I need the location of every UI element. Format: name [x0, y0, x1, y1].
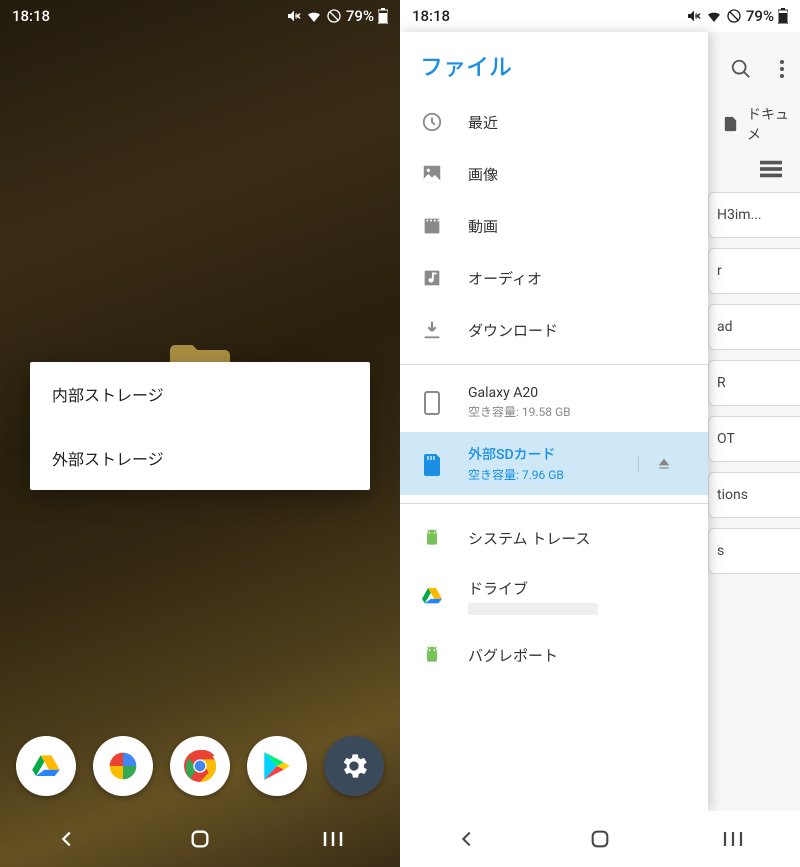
dock-play-icon[interactable] — [247, 736, 307, 796]
nav-back[interactable] — [42, 819, 92, 859]
drawer-label: 画像 — [468, 164, 498, 185]
nav-home[interactable] — [575, 819, 625, 859]
audio-icon — [420, 266, 444, 290]
nav-bar — [400, 811, 800, 867]
status-time: 18:18 — [12, 7, 286, 25]
drawer-label: 最近 — [468, 112, 498, 133]
google-drive-icon — [420, 585, 444, 609]
more-icon[interactable] — [780, 60, 784, 78]
drawer-item-recent[interactable]: 最近 — [400, 96, 708, 148]
drawer-storage-internal[interactable]: Galaxy A20 空き容量: 19.58 GB — [400, 373, 708, 432]
nav-drawer: ファイル 最近 画像 動画 オーディオ ダウンロード Galaxy A20 空き… — [400, 32, 708, 811]
battery-icon — [778, 8, 788, 24]
status-bar: 18:18 79% — [400, 0, 800, 32]
no-sim-icon — [326, 8, 342, 24]
status-bar: 18:18 79% — [0, 0, 400, 32]
filter-chip-documents[interactable]: ドキュメ — [708, 96, 800, 152]
drawer-item-drive[interactable]: ドライブ — [400, 564, 708, 629]
drawer-storage-sd[interactable]: 外部SDカード 空き容量: 7.96 GB — [400, 432, 708, 495]
divider — [400, 364, 708, 365]
file-item[interactable]: R — [708, 360, 800, 406]
dock — [0, 721, 400, 811]
android-icon — [420, 526, 444, 550]
nav-back[interactable] — [442, 819, 492, 859]
drawer-label: オーディオ — [468, 268, 542, 289]
storage-title: 外部SDカード — [468, 444, 614, 464]
drawer-item-trace[interactable]: システム トレース — [400, 512, 708, 564]
files-content: ドキュメ H3im... r ad R OT tions s — [708, 32, 800, 811]
drawer-item-bugreport[interactable]: バグレポート — [400, 629, 708, 681]
drawer-label: ドライブ — [468, 578, 598, 599]
document-icon — [722, 115, 739, 133]
file-item[interactable]: ad — [708, 304, 800, 350]
no-sim-icon — [726, 8, 742, 24]
list-view-icon[interactable] — [760, 160, 782, 178]
chip-label: ドキュメ — [747, 104, 800, 144]
eject-icon — [656, 456, 672, 472]
download-icon — [420, 318, 444, 342]
file-item[interactable]: H3im... — [708, 192, 800, 238]
dock-settings-icon[interactable] — [324, 736, 384, 796]
drawer-item-downloads[interactable]: ダウンロード — [400, 304, 708, 356]
clock-icon — [420, 110, 444, 134]
file-item[interactable]: tions — [708, 472, 800, 518]
wifi-icon — [306, 8, 322, 24]
sd-card-icon — [420, 452, 444, 476]
status-time: 18:18 — [412, 7, 686, 25]
phone-icon — [420, 391, 444, 415]
drawer-item-videos[interactable]: 動画 — [400, 200, 708, 252]
battery-icon — [378, 8, 388, 24]
drawer-label: システム トレース — [468, 528, 591, 549]
drive-account-redacted — [468, 603, 598, 615]
drawer-title: ファイル — [400, 32, 708, 96]
divider — [400, 503, 708, 504]
storage-title: Galaxy A20 — [468, 385, 688, 401]
storage-subtitle: 空き容量: 7.96 GB — [468, 466, 614, 483]
popup-external-storage[interactable]: 外部ストレージ — [30, 426, 370, 490]
drawer-item-images[interactable]: 画像 — [400, 148, 708, 200]
status-icons: 79% — [686, 7, 788, 25]
file-item[interactable]: OT — [708, 416, 800, 462]
video-icon — [420, 214, 444, 238]
image-icon — [420, 162, 444, 186]
android-icon — [420, 643, 444, 667]
drawer-label: ダウンロード — [468, 320, 558, 341]
drawer-item-audio[interactable]: オーディオ — [400, 252, 708, 304]
storage-subtitle: 空き容量: 19.58 GB — [468, 403, 688, 420]
file-item[interactable]: r — [708, 248, 800, 294]
search-icon[interactable] — [730, 58, 752, 80]
drawer-label: バグレポート — [468, 645, 558, 666]
status-icons: 79% — [286, 7, 388, 25]
battery-percent: 79% — [746, 7, 774, 25]
battery-percent: 79% — [346, 7, 374, 25]
mute-icon — [286, 8, 302, 24]
dock-photos-icon[interactable] — [93, 736, 153, 796]
dock-chrome-icon[interactable] — [170, 736, 230, 796]
popup-internal-storage[interactable]: 内部ストレージ — [30, 362, 370, 426]
wifi-icon — [706, 8, 722, 24]
storage-popup: 内部ストレージ 外部ストレージ — [30, 362, 370, 490]
nav-recents[interactable] — [308, 819, 358, 859]
home-screen: 18:18 79% 内部ストレージ 外部ストレージ — [0, 0, 400, 867]
mute-icon — [686, 8, 702, 24]
files-screen: 18:18 79% ドキュメ H3im... r ad R OT tions s — [400, 0, 800, 867]
drawer-label: 動画 — [468, 216, 498, 237]
file-item[interactable]: s — [708, 528, 800, 574]
dock-drive-icon[interactable] — [16, 736, 76, 796]
nav-bar — [0, 811, 400, 867]
eject-button[interactable] — [638, 456, 688, 472]
nav-recents[interactable] — [708, 819, 758, 859]
nav-home[interactable] — [175, 819, 225, 859]
